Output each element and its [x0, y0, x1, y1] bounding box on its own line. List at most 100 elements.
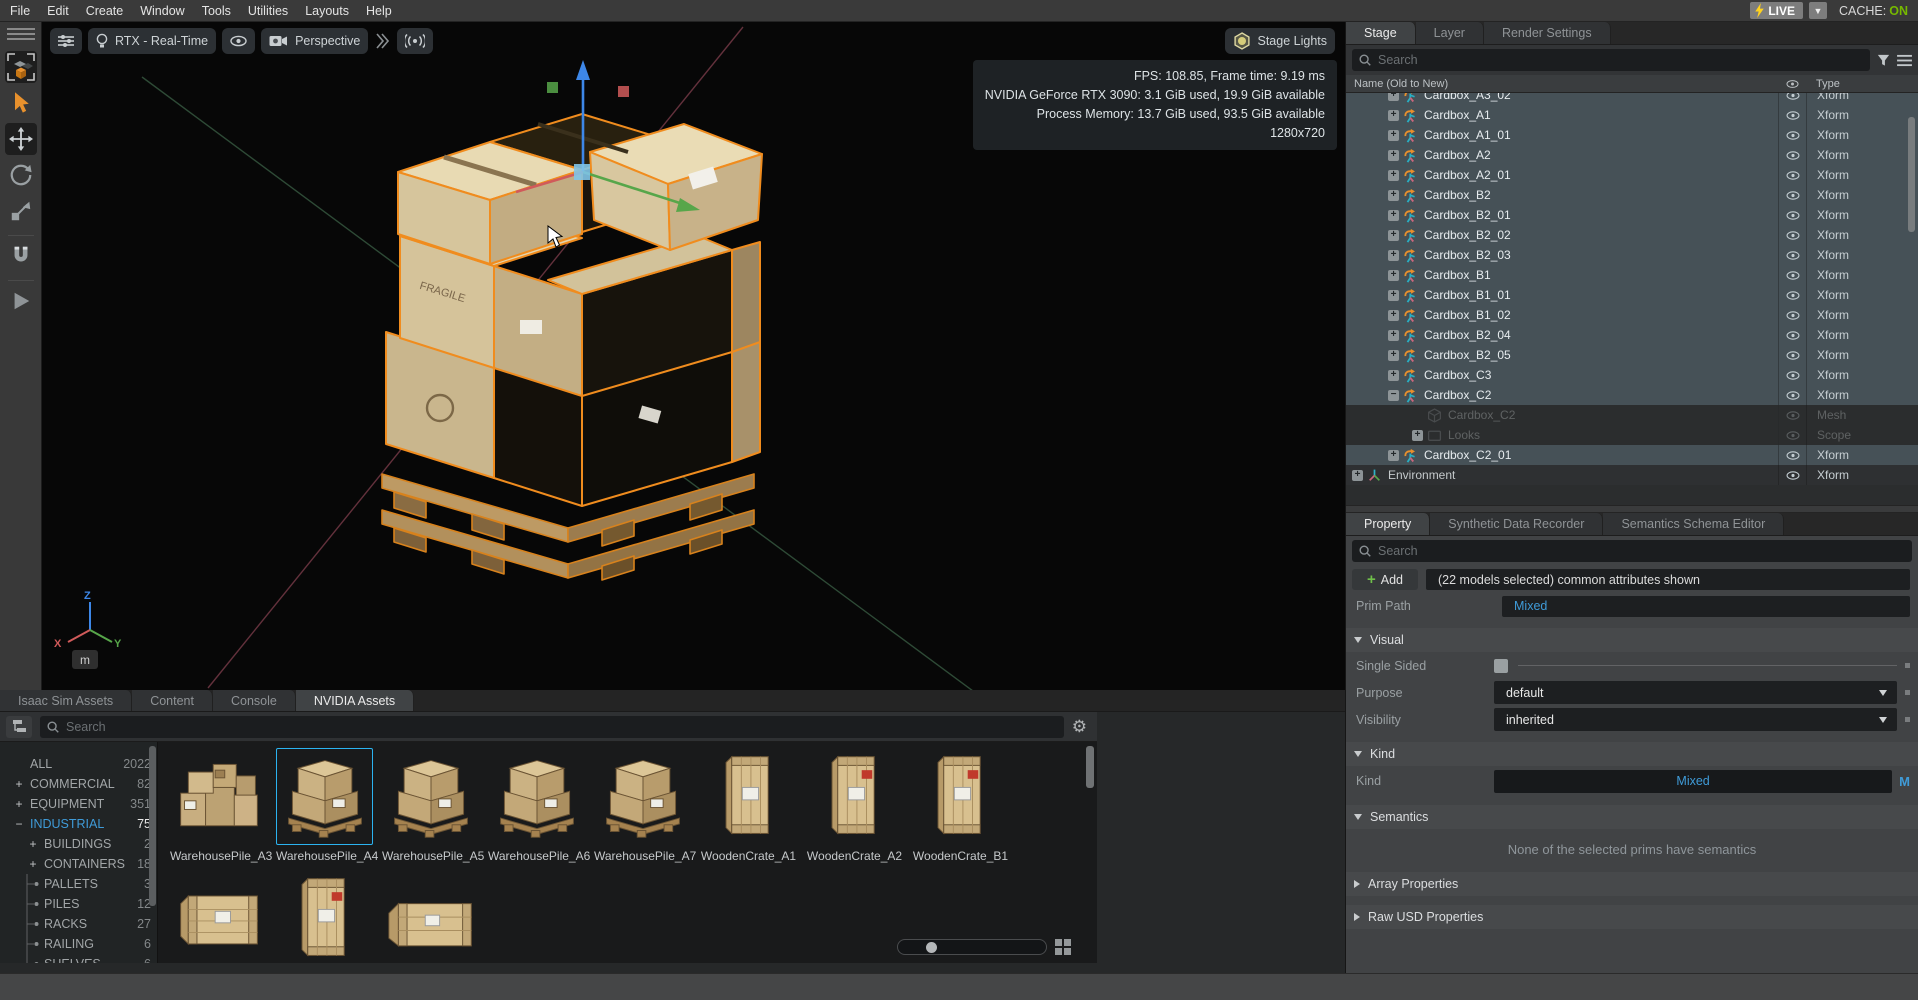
stage-row[interactable]: +Cardbox_B2Xform: [1346, 185, 1918, 205]
snap-tool-button[interactable]: [5, 240, 37, 272]
visibility-eye-icon[interactable]: [1778, 265, 1806, 285]
reset-value-dot[interactable]: [1905, 663, 1910, 668]
expand-toggle[interactable]: +: [1352, 470, 1363, 481]
assets-search-input[interactable]: [40, 716, 1064, 738]
menu-item-layouts[interactable]: Layouts: [305, 4, 349, 18]
list-menu-icon[interactable]: [1897, 54, 1912, 67]
visibility-eye-icon[interactable]: [1778, 385, 1806, 405]
tab-layer[interactable]: Layer: [1416, 22, 1484, 44]
stage-row[interactable]: +Cardbox_C2_01Xform: [1346, 445, 1918, 465]
asset-item[interactable]: [382, 870, 479, 963]
expand-toggle[interactable]: +: [1388, 250, 1399, 261]
expand-toggle[interactable]: +: [1388, 350, 1399, 361]
expand-toggle[interactable]: +: [1388, 110, 1399, 121]
category-scrollbar[interactable]: [149, 746, 156, 906]
visibility-eye-icon[interactable]: [1778, 105, 1806, 125]
visibility-eye-icon[interactable]: [1778, 305, 1806, 325]
menu-item-file[interactable]: File: [10, 4, 30, 18]
visibility-eye-icon[interactable]: [1778, 185, 1806, 205]
expand-plus-icon[interactable]: +: [26, 837, 40, 851]
visibility-eye-icon[interactable]: [1778, 145, 1806, 165]
asset-item[interactable]: [170, 870, 267, 963]
stage-row[interactable]: −Cardbox_C2Xform: [1346, 385, 1918, 405]
audio-button[interactable]: [397, 28, 433, 54]
visibility-eye-icon[interactable]: [1778, 405, 1806, 425]
visibility-eye-icon[interactable]: [1778, 125, 1806, 145]
stage-row[interactable]: +Cardbox_A1_01Xform: [1346, 125, 1918, 145]
asset-thumbnail[interactable]: [170, 870, 267, 963]
category-shelves[interactable]: SHELVES6: [0, 954, 157, 963]
expand-toggle[interactable]: +: [1388, 150, 1399, 161]
asset-item-woodencrate_b1[interactable]: WoodenCrate_B1: [912, 748, 1009, 863]
scale-tool-button[interactable]: [5, 195, 37, 227]
tab-synthetic-data-recorder[interactable]: Synthetic Data Recorder: [1430, 513, 1603, 535]
category-industrial[interactable]: −INDUSTRIAL75: [0, 814, 157, 834]
tab-content[interactable]: Content: [132, 690, 213, 711]
expand-plus-icon[interactable]: +: [12, 797, 26, 811]
raw-usd-properties-header[interactable]: Raw USD Properties: [1346, 905, 1918, 929]
stage-row[interactable]: +Cardbox_B2_03Xform: [1346, 245, 1918, 265]
asset-thumbnail[interactable]: [594, 748, 691, 845]
asset-thumbnail[interactable]: [276, 870, 373, 963]
category-commercial[interactable]: +COMMERCIAL82: [0, 774, 157, 794]
units-badge[interactable]: m: [72, 650, 98, 669]
tab-nvidia-assets[interactable]: NVIDIA Assets: [296, 690, 414, 711]
expand-toggle[interactable]: +: [1388, 190, 1399, 201]
stage-row[interactable]: +Cardbox_B2_04Xform: [1346, 325, 1918, 345]
category-buildings[interactable]: +BUILDINGS2: [0, 834, 157, 854]
expand-plus-icon[interactable]: +: [26, 857, 40, 871]
add-attribute-button[interactable]: + Add: [1352, 569, 1418, 590]
expand-toggle[interactable]: +: [1388, 310, 1399, 321]
stage-row[interactable]: +Cardbox_A3_02Xform: [1346, 93, 1918, 105]
visibility-eye-icon[interactable]: [1778, 345, 1806, 365]
menu-item-help[interactable]: Help: [366, 4, 392, 18]
stage-row[interactable]: +Cardbox_B1Xform: [1346, 265, 1918, 285]
stage-scrollbar[interactable]: [1908, 117, 1915, 232]
expand-toggle[interactable]: +: [1388, 210, 1399, 221]
visibility-eye-icon[interactable]: [1778, 425, 1806, 445]
menu-item-utilities[interactable]: Utilities: [248, 4, 288, 18]
name-column-header[interactable]: Name (Old to New): [1346, 78, 1778, 90]
visibility-eye-icon[interactable]: [1778, 93, 1806, 105]
live-button[interactable]: LIVE: [1750, 2, 1803, 19]
stage-row[interactable]: +Cardbox_B2_05Xform: [1346, 345, 1918, 365]
kind-value[interactable]: Mixed: [1494, 770, 1892, 793]
asset-item-warehousepile_a3[interactable]: WarehousePile_A3: [170, 748, 267, 863]
expand-toggle[interactable]: +: [1388, 450, 1399, 461]
collapse-toggle[interactable]: −: [1388, 390, 1399, 401]
viewport-3d[interactable]: FRAGILE: [42, 22, 1345, 690]
stage-lights-button[interactable]: Stage Lights: [1225, 28, 1336, 54]
reset-value-dot[interactable]: [1905, 690, 1910, 695]
live-dropdown-chevron-icon[interactable]: ▼: [1809, 2, 1827, 19]
move-tool-button[interactable]: [5, 123, 37, 155]
menu-item-window[interactable]: Window: [140, 4, 184, 18]
asset-item-woodencrate_a1[interactable]: WoodenCrate_A1: [700, 748, 797, 863]
tab-semantics-schema-editor[interactable]: Semantics Schema Editor: [1603, 513, 1784, 535]
gear-icon[interactable]: ⚙: [1072, 718, 1087, 735]
category-containers[interactable]: +CONTAINERS18: [0, 854, 157, 874]
expand-toggle[interactable]: +: [1388, 93, 1399, 101]
stage-row[interactable]: +Cardbox_A2_01Xform: [1346, 165, 1918, 185]
stage-row[interactable]: +Cardbox_A2Xform: [1346, 145, 1918, 165]
expand-toggle[interactable]: +: [1388, 230, 1399, 241]
stage-row[interactable]: +LooksScope: [1346, 425, 1918, 445]
visibility-eye-icon[interactable]: [1778, 445, 1806, 465]
stage-column-header[interactable]: Name (Old to New) Type: [1346, 75, 1918, 93]
expand-toggle[interactable]: +: [1388, 130, 1399, 141]
array-properties-header[interactable]: Array Properties: [1346, 872, 1918, 896]
thumbnail-size-slider[interactable]: [897, 939, 1047, 955]
single-sided-checkbox[interactable]: [1494, 659, 1508, 673]
visibility-eye-icon[interactable]: [1778, 165, 1806, 185]
category-racks[interactable]: RACKS27: [0, 914, 157, 934]
rotate-tool-button[interactable]: [5, 159, 37, 191]
reset-value-dot[interactable]: [1905, 717, 1910, 722]
asset-item-warehousepile_a7[interactable]: WarehousePile_A7: [594, 748, 691, 863]
asset-thumbnail[interactable]: [912, 748, 1009, 845]
asset-item-warehousepile_a5[interactable]: WarehousePile_A5: [382, 748, 479, 863]
toolbar-expand-chevron-icon[interactable]: [374, 33, 391, 49]
category-piles[interactable]: PILES12: [0, 894, 157, 914]
category-all[interactable]: ALL2022: [0, 754, 157, 774]
kind-section-header[interactable]: Kind: [1346, 742, 1918, 766]
asset-thumbnail[interactable]: [700, 748, 797, 845]
asset-grid-scrollbar[interactable]: [1086, 746, 1094, 788]
